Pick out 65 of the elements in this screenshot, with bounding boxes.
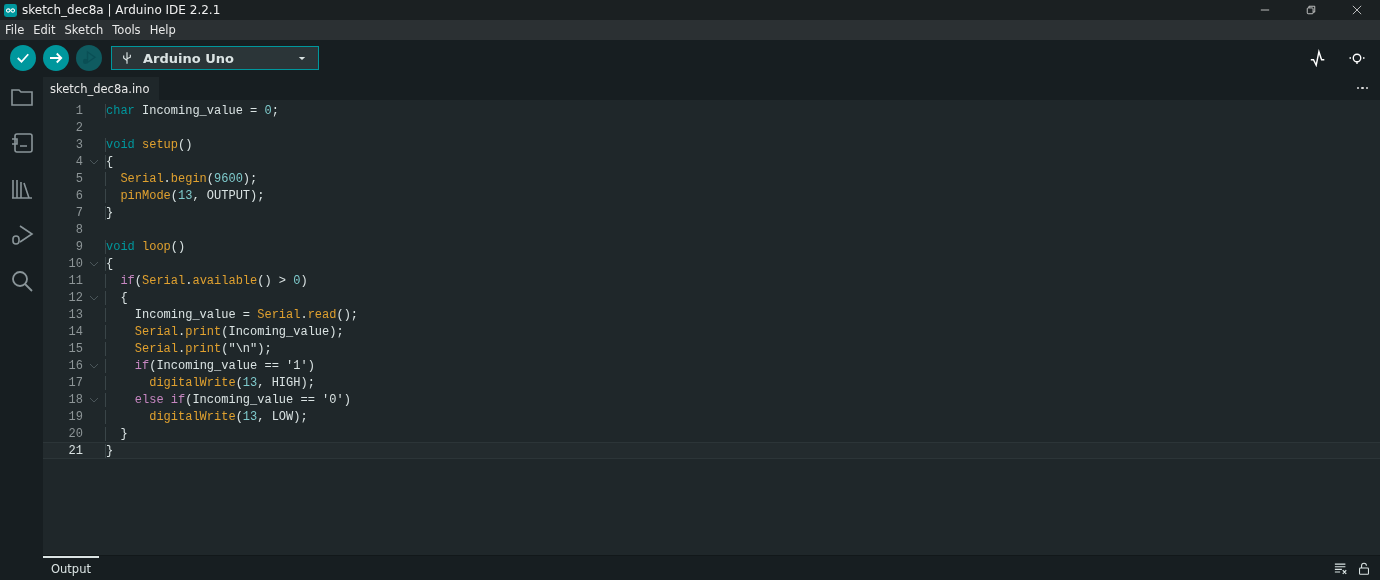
clear-output-icon[interactable]	[1334, 561, 1348, 575]
line-number: 18	[67, 392, 83, 407]
line-number: 6	[74, 188, 83, 203]
code-line: pinMode(13, OUTPUT);	[105, 188, 265, 203]
line-number: 16	[67, 358, 83, 373]
code-line: digitalWrite(13, LOW);	[105, 409, 308, 424]
editor-tab[interactable]: sketch_dec8a.ino	[43, 77, 160, 100]
line-number: 14	[67, 324, 83, 339]
usb-icon	[122, 51, 132, 65]
menu-item[interactable]: Help	[149, 23, 176, 37]
restore-icon[interactable]	[1306, 5, 1316, 15]
code-line: char Incoming_value = 0;	[105, 103, 279, 118]
code-line: void setup()	[105, 137, 193, 152]
code-line: if(Serial.available() > 0)	[105, 273, 308, 288]
debug-icon[interactable]	[9, 223, 34, 247]
line-number: 9	[74, 239, 83, 254]
library-icon[interactable]	[9, 177, 34, 201]
board-icon[interactable]	[9, 131, 34, 155]
line-number: 21	[67, 443, 83, 458]
verify-button[interactable]	[10, 45, 36, 71]
line-number: 2	[74, 120, 83, 135]
menu-item[interactable]: File	[5, 23, 25, 37]
code-line: }	[105, 426, 128, 441]
code-line: {	[105, 256, 114, 271]
code-line: if(Incoming_value == '1')	[105, 358, 315, 373]
line-number: 12	[67, 290, 83, 305]
line-number: 5	[74, 171, 83, 186]
menu-item[interactable]: Sketch	[64, 23, 104, 37]
window-title: sketch_dec8a | Arduino IDE 2.2.1	[22, 3, 221, 17]
line-number: 3	[74, 137, 83, 152]
line-number: 7	[74, 205, 83, 220]
dropdown-caret-icon	[298, 55, 306, 61]
code-line: }	[105, 205, 114, 220]
line-number: 1	[74, 103, 83, 118]
code-line: {	[105, 290, 128, 305]
line-number: 19	[67, 409, 83, 424]
code-line: Serial.print(Incoming_value);	[105, 324, 344, 339]
line-number: 13	[67, 307, 83, 322]
board-name: Arduino Uno	[143, 50, 234, 66]
code-line: Serial.print("\n");	[105, 341, 272, 356]
menu-item[interactable]: Edit	[33, 23, 56, 37]
serial-plotter-icon[interactable]	[1309, 49, 1327, 67]
line-number: 11	[67, 273, 83, 288]
app-logo-icon	[4, 3, 17, 17]
board-selector[interactable]: Arduino Uno	[111, 46, 319, 70]
close-icon[interactable]	[1352, 5, 1362, 15]
code-line: Serial.begin(9600);	[105, 171, 258, 186]
menu-item[interactable]: Tools	[112, 23, 141, 37]
upload-button[interactable]	[43, 45, 69, 71]
code-line: else if(Incoming_value == '0')	[105, 392, 351, 407]
code-line: void loop()	[105, 239, 186, 254]
line-number: 20	[67, 426, 83, 441]
play-bug-icon	[80, 49, 98, 67]
unlock-icon[interactable]	[1357, 561, 1371, 575]
line-number: 8	[74, 222, 83, 237]
line-number: 10	[67, 256, 83, 271]
code-line: digitalWrite(13, HIGH);	[105, 375, 315, 390]
output-tab[interactable]: Output	[43, 556, 99, 580]
line-number: 4	[74, 154, 83, 169]
line-number: 17	[67, 375, 83, 390]
code-line: Incoming_value = Serial.read();	[105, 307, 359, 322]
search-icon[interactable]	[9, 269, 34, 293]
code-line: {	[105, 154, 114, 169]
line-number: 15	[67, 341, 83, 356]
code-line: }	[105, 443, 114, 458]
